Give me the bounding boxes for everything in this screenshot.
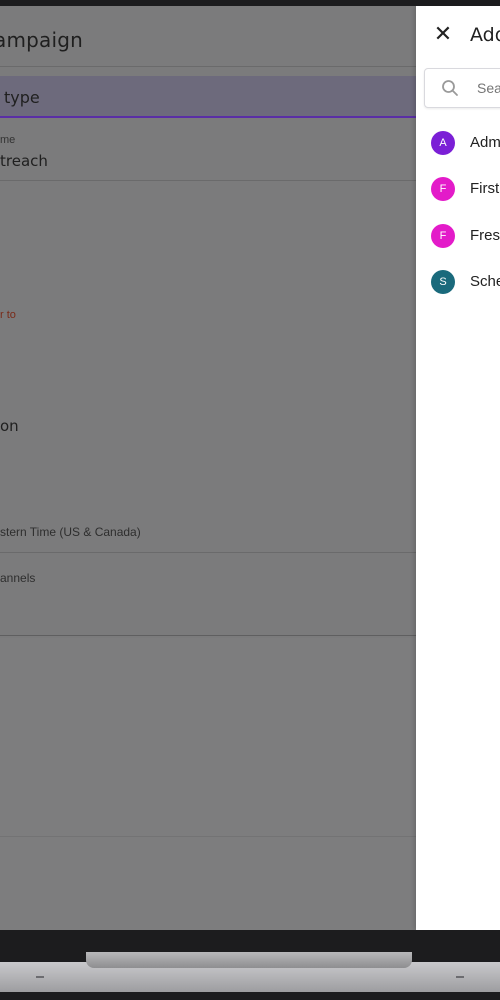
type-field[interactable]: type [0,76,416,118]
screen: ampaign type me treach r to on stern Tim… [0,6,500,930]
avatar: F [431,224,455,248]
search-icon [442,80,458,96]
list-item[interactable]: F First [416,169,500,209]
name-value[interactable]: treach [0,152,48,170]
avatar: A [431,131,455,155]
channels-label: annels [0,571,36,585]
close-icon[interactable]: ✕ [432,23,454,45]
divider [0,635,416,636]
list-item[interactable]: F Fres [416,216,500,256]
drawer-title: Add [470,24,500,46]
laptop-foot [456,976,464,978]
helper-text: r to [0,309,16,321]
type-field-label: type [4,88,40,107]
add-drawer: ✕ Add A Adm F First F Fres [416,6,500,930]
divider [0,552,416,553]
search-input[interactable] [475,77,500,99]
footer-panel [0,638,416,930]
page-title: ampaign [0,28,84,52]
divider [0,66,416,67]
avatar: F [431,177,455,201]
laptop-frame: ampaign type me treach r to on stern Tim… [0,0,500,1000]
name-label: me [0,134,16,146]
option-value[interactable]: on [0,417,19,435]
laptop-hinge [86,952,412,968]
list-item-label: Fres [470,227,500,244]
list-item[interactable]: S Sche [416,262,500,302]
timezone-value[interactable]: stern Time (US & Canada) [0,525,141,539]
list-item-label: Sche [470,273,500,290]
list-item-label: Adm [470,134,500,151]
laptop-foot [36,976,44,978]
search-box[interactable] [424,68,500,108]
list-item-label: First [470,180,500,197]
avatar: S [431,270,455,294]
campaign-form-page: ampaign type me treach r to on stern Tim… [0,6,416,930]
list-item[interactable]: A Adm [416,123,500,163]
divider [0,836,416,837]
divider [0,180,416,181]
